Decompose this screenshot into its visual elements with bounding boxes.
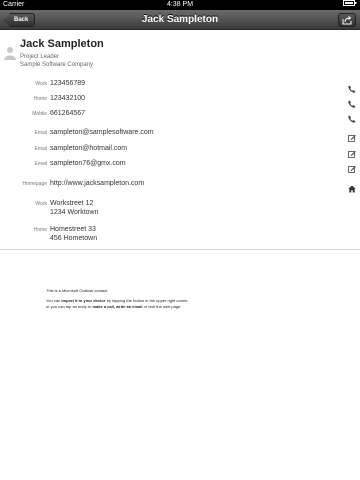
edit-icon [348, 129, 356, 142]
phone-icon [348, 95, 356, 108]
phone-icon [348, 110, 356, 123]
contact-name: Jack Sampleton [20, 38, 104, 50]
phone-row-work[interactable]: Work 123456789 [0, 77, 360, 93]
footer-emphasis: import it to your device [61, 298, 106, 303]
homepage-url: http://www.jacksampleton.com [50, 180, 145, 187]
phone-number: 661264567 [50, 110, 86, 117]
edit-icon [348, 160, 356, 173]
phone-row-home[interactable]: Home 123432100 [0, 92, 360, 108]
company-name: Sample Software Company [20, 62, 94, 68]
homepage-row[interactable]: Homepage http://www.jacksampleton.com [0, 177, 360, 193]
email-address: sampleton76@gmx.com [50, 160, 126, 167]
address-line: Homestreet 33 [50, 226, 96, 233]
homepage-label: Homepage [22, 181, 47, 187]
clock: 4:38 PM [166, 1, 194, 8]
contact-header: Jack Sampleton Project Leader Sample Sof… [0, 36, 360, 74]
share-button[interactable] [338, 13, 356, 27]
share-icon [342, 16, 352, 25]
battery-icon [343, 0, 357, 10]
edit-icon [348, 145, 356, 158]
address-row-home[interactable]: Home Homestreet 33 456 Hometown [0, 223, 360, 243]
job-title: Project Leader [20, 54, 60, 60]
email-address: sampleton@samplesoftware.com [50, 129, 154, 136]
email-row[interactable]: Email sampleton@samplesoftware.com [0, 126, 360, 142]
address-label: Home [33, 227, 47, 233]
footer-line: This is a Microsoft Outlook contact. [46, 288, 109, 293]
footer-text: or visit the web page. [142, 304, 182, 309]
footer-text: You can [46, 298, 62, 303]
address-row-work[interactable]: Work Workstreet 12 1234 Worktown [0, 197, 360, 217]
phone-number: 123432100 [50, 95, 86, 102]
status-bar: Carrier 4:38 PM [0, 0, 360, 10]
phone-number: 123456789 [50, 80, 86, 87]
footer-text: by tapping the button in the upper right… [105, 298, 189, 303]
phone-label: Mobile [32, 111, 47, 117]
address-label: Work [35, 201, 47, 207]
footer-text: or you can tap an entry to [46, 304, 93, 309]
person-icon [4, 46, 16, 60]
email-label: Email [34, 130, 47, 136]
phone-icon [348, 80, 356, 93]
footer-paragraph: You can import it to your device by tapp… [46, 298, 316, 310]
address-line: 1234 Worktown [50, 209, 99, 216]
address-line: Workstreet 12 [50, 200, 94, 207]
email-row[interactable]: Email sampleton76@gmx.com [0, 157, 360, 173]
navigation-bar: Back Jack Sampleton [0, 10, 360, 30]
phone-label: Work [35, 81, 47, 87]
phone-row-mobile[interactable]: Mobile 661264567 [0, 107, 360, 123]
address-text: Workstreet 12 1234 Worktown [50, 199, 99, 217]
divider [0, 249, 360, 250]
address-line: 456 Hometown [50, 235, 98, 242]
phone-label: Home [33, 96, 47, 102]
page-title: Jack Sampleton [141, 14, 219, 25]
footer-emphasis: make a call, write an email [92, 304, 143, 309]
email-label: Email [34, 146, 47, 152]
email-row[interactable]: Email sampleton@hotmail.com [0, 142, 360, 158]
home-icon [348, 180, 356, 193]
info-footer: This is a Microsoft Outlook contact. You… [46, 288, 316, 314]
email-label: Email [34, 161, 47, 167]
email-address: sampleton@hotmail.com [50, 145, 128, 152]
address-text: Homestreet 33 456 Hometown [50, 225, 97, 243]
